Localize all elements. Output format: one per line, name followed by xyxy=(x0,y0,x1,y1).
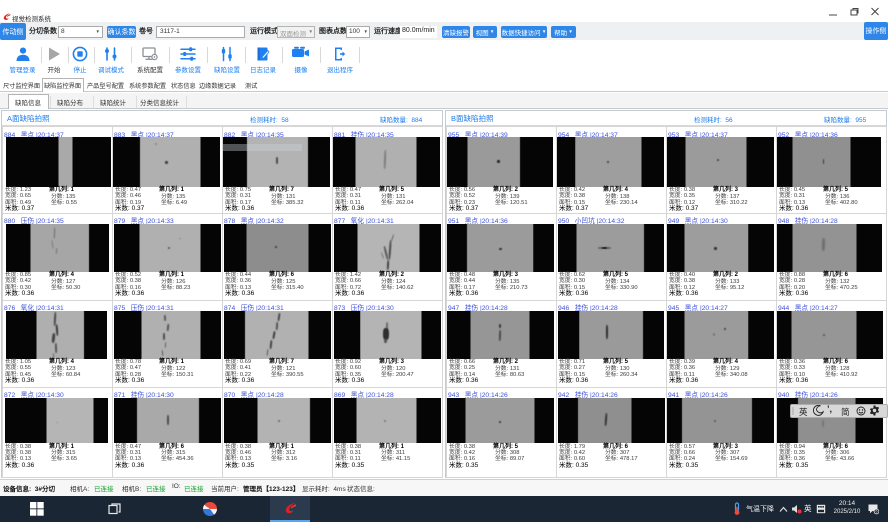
svg-text:6: 6 xyxy=(876,510,878,514)
